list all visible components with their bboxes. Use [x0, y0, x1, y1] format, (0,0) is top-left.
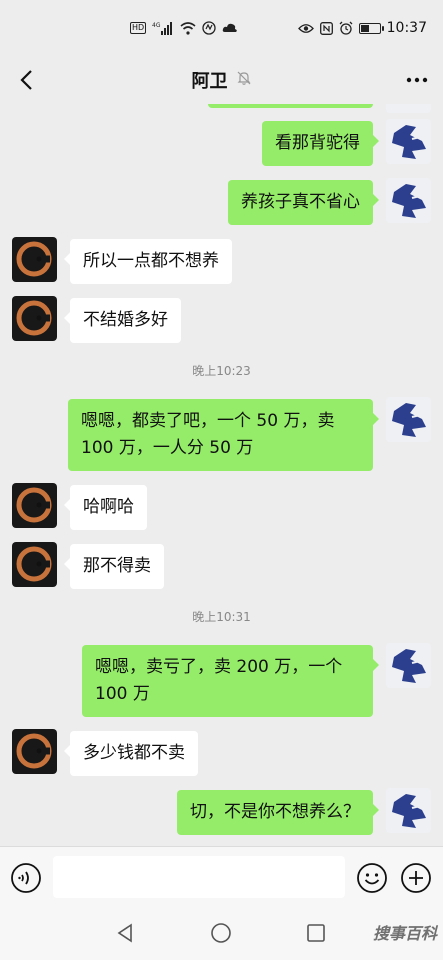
my-avatar[interactable]	[386, 104, 431, 113]
more-functions-button[interactable]	[400, 862, 432, 894]
more-button[interactable]	[403, 66, 431, 94]
contact-avatar[interactable]	[12, 483, 57, 528]
message-bubble-in[interactable]: 不结婚多好	[64, 298, 181, 343]
contact-avatar[interactable]	[12, 729, 57, 774]
message-input[interactable]	[53, 856, 345, 898]
plus-icon	[401, 863, 431, 893]
timestamp: 晚上10:23	[192, 364, 251, 378]
my-avatar[interactable]	[386, 178, 431, 223]
nav-recent-button[interactable]	[304, 921, 328, 945]
message-bubble-in[interactable]: 哈啊哈	[64, 485, 147, 530]
nav-recent-icon	[307, 924, 325, 942]
contact-avatar[interactable]	[12, 296, 57, 341]
eye-icon	[297, 23, 314, 34]
message-row: 哈啊哈	[0, 483, 443, 533]
message-bubble-out[interactable]: 嗯嗯，都卖了吧，一个 50 万，卖 100 万，一人分 50 万	[68, 399, 379, 471]
message-line: 100 万	[95, 684, 150, 704]
title-wrap: 阿卫	[192, 67, 252, 93]
message-row-partial	[0, 104, 443, 113]
message-line: 嗯嗯，都卖了吧，一个 50 万，卖	[81, 411, 335, 431]
message-row: 看那背驼得	[0, 119, 443, 169]
hd-badge: HD	[130, 22, 147, 34]
message-bubble-in[interactable]: 多少钱都不卖	[64, 731, 198, 776]
cloud-icon	[222, 22, 238, 34]
nav-back-icon	[117, 923, 132, 943]
contact-avatar[interactable]	[12, 542, 57, 587]
message-row: 嗯嗯，都卖了吧，一个 50 万，卖 100 万，一人分 50 万	[0, 397, 443, 477]
app-notification-icon	[202, 21, 216, 35]
message-row: 养孩子真不省心	[0, 178, 443, 228]
emoji-button[interactable]	[356, 862, 388, 894]
message-bubble-out[interactable]: 看那背驼得	[262, 121, 379, 166]
status-left: HD 4G	[130, 21, 238, 35]
message-row: 那不得卖	[0, 542, 443, 592]
chat-title: 阿卫	[191, 71, 228, 92]
voice-button[interactable]	[10, 862, 42, 894]
message-line: 嗯嗯，卖亏了，卖 200 万，一个	[95, 657, 343, 677]
contact-avatar[interactable]	[12, 237, 57, 282]
wifi-icon	[180, 21, 196, 35]
timestamp: 晚上10:31	[192, 610, 251, 624]
back-arrow-icon	[20, 70, 32, 90]
message-bubble-out[interactable]: 嗯嗯，卖亏了，卖 200 万，一个 100 万	[82, 645, 379, 717]
message-bubble-partial[interactable]	[208, 104, 373, 108]
status-time: 10:37	[386, 20, 427, 36]
my-avatar[interactable]	[386, 119, 431, 164]
my-avatar[interactable]	[386, 643, 431, 688]
message-line: 100 万，一人分 50 万	[81, 438, 254, 458]
my-avatar[interactable]	[386, 397, 431, 442]
status-bar: HD 4G 10:37	[0, 0, 443, 56]
chat-header: 阿卫	[0, 56, 443, 104]
back-button[interactable]	[12, 66, 40, 94]
nav-home-icon	[211, 923, 231, 943]
voice-icon	[11, 863, 41, 893]
battery-icon	[358, 22, 384, 34]
system-nav-bar: 搜事百科	[0, 906, 443, 960]
nav-back-button[interactable]	[114, 921, 138, 945]
mute-bell-icon	[236, 70, 252, 90]
message-row: 多少钱都不卖	[0, 729, 443, 779]
message-bubble-in[interactable]: 那不得卖	[64, 544, 164, 589]
message-list[interactable]: 看那背驼得 养孩子真不省心 所以一点都不想养 不结婚多好 晚上10:23 嗯嗯，…	[0, 104, 443, 846]
message-bubble-out[interactable]: 养孩子真不省心	[228, 180, 379, 225]
more-icon	[406, 77, 428, 83]
message-bubble-out[interactable]: 切，不是你不想养么？	[177, 790, 379, 835]
signal-icon: 4G	[152, 21, 174, 35]
message-row: 切，不是你不想养么？	[0, 788, 443, 838]
message-row: 不结婚多好	[0, 296, 443, 346]
message-bubble-in[interactable]: 所以一点都不想养	[64, 239, 232, 284]
message-row: 嗯嗯，卖亏了，卖 200 万，一个 100 万	[0, 643, 443, 723]
alarm-icon	[339, 21, 353, 35]
network-type-label: 4G	[152, 22, 161, 29]
input-bar	[0, 846, 443, 906]
status-right: 10:37	[297, 20, 427, 36]
emoji-icon	[357, 863, 387, 893]
my-avatar[interactable]	[386, 788, 431, 833]
nav-home-button[interactable]	[209, 921, 233, 945]
watermark: 搜事百科	[372, 924, 437, 943]
nfc-icon	[319, 21, 333, 35]
chat-screen: HD 4G 10:37 阿卫 看那背驼得 养孩子真不省心 所以一点都不想养 不结…	[0, 0, 443, 960]
message-row: 所以一点都不想养	[0, 237, 443, 287]
